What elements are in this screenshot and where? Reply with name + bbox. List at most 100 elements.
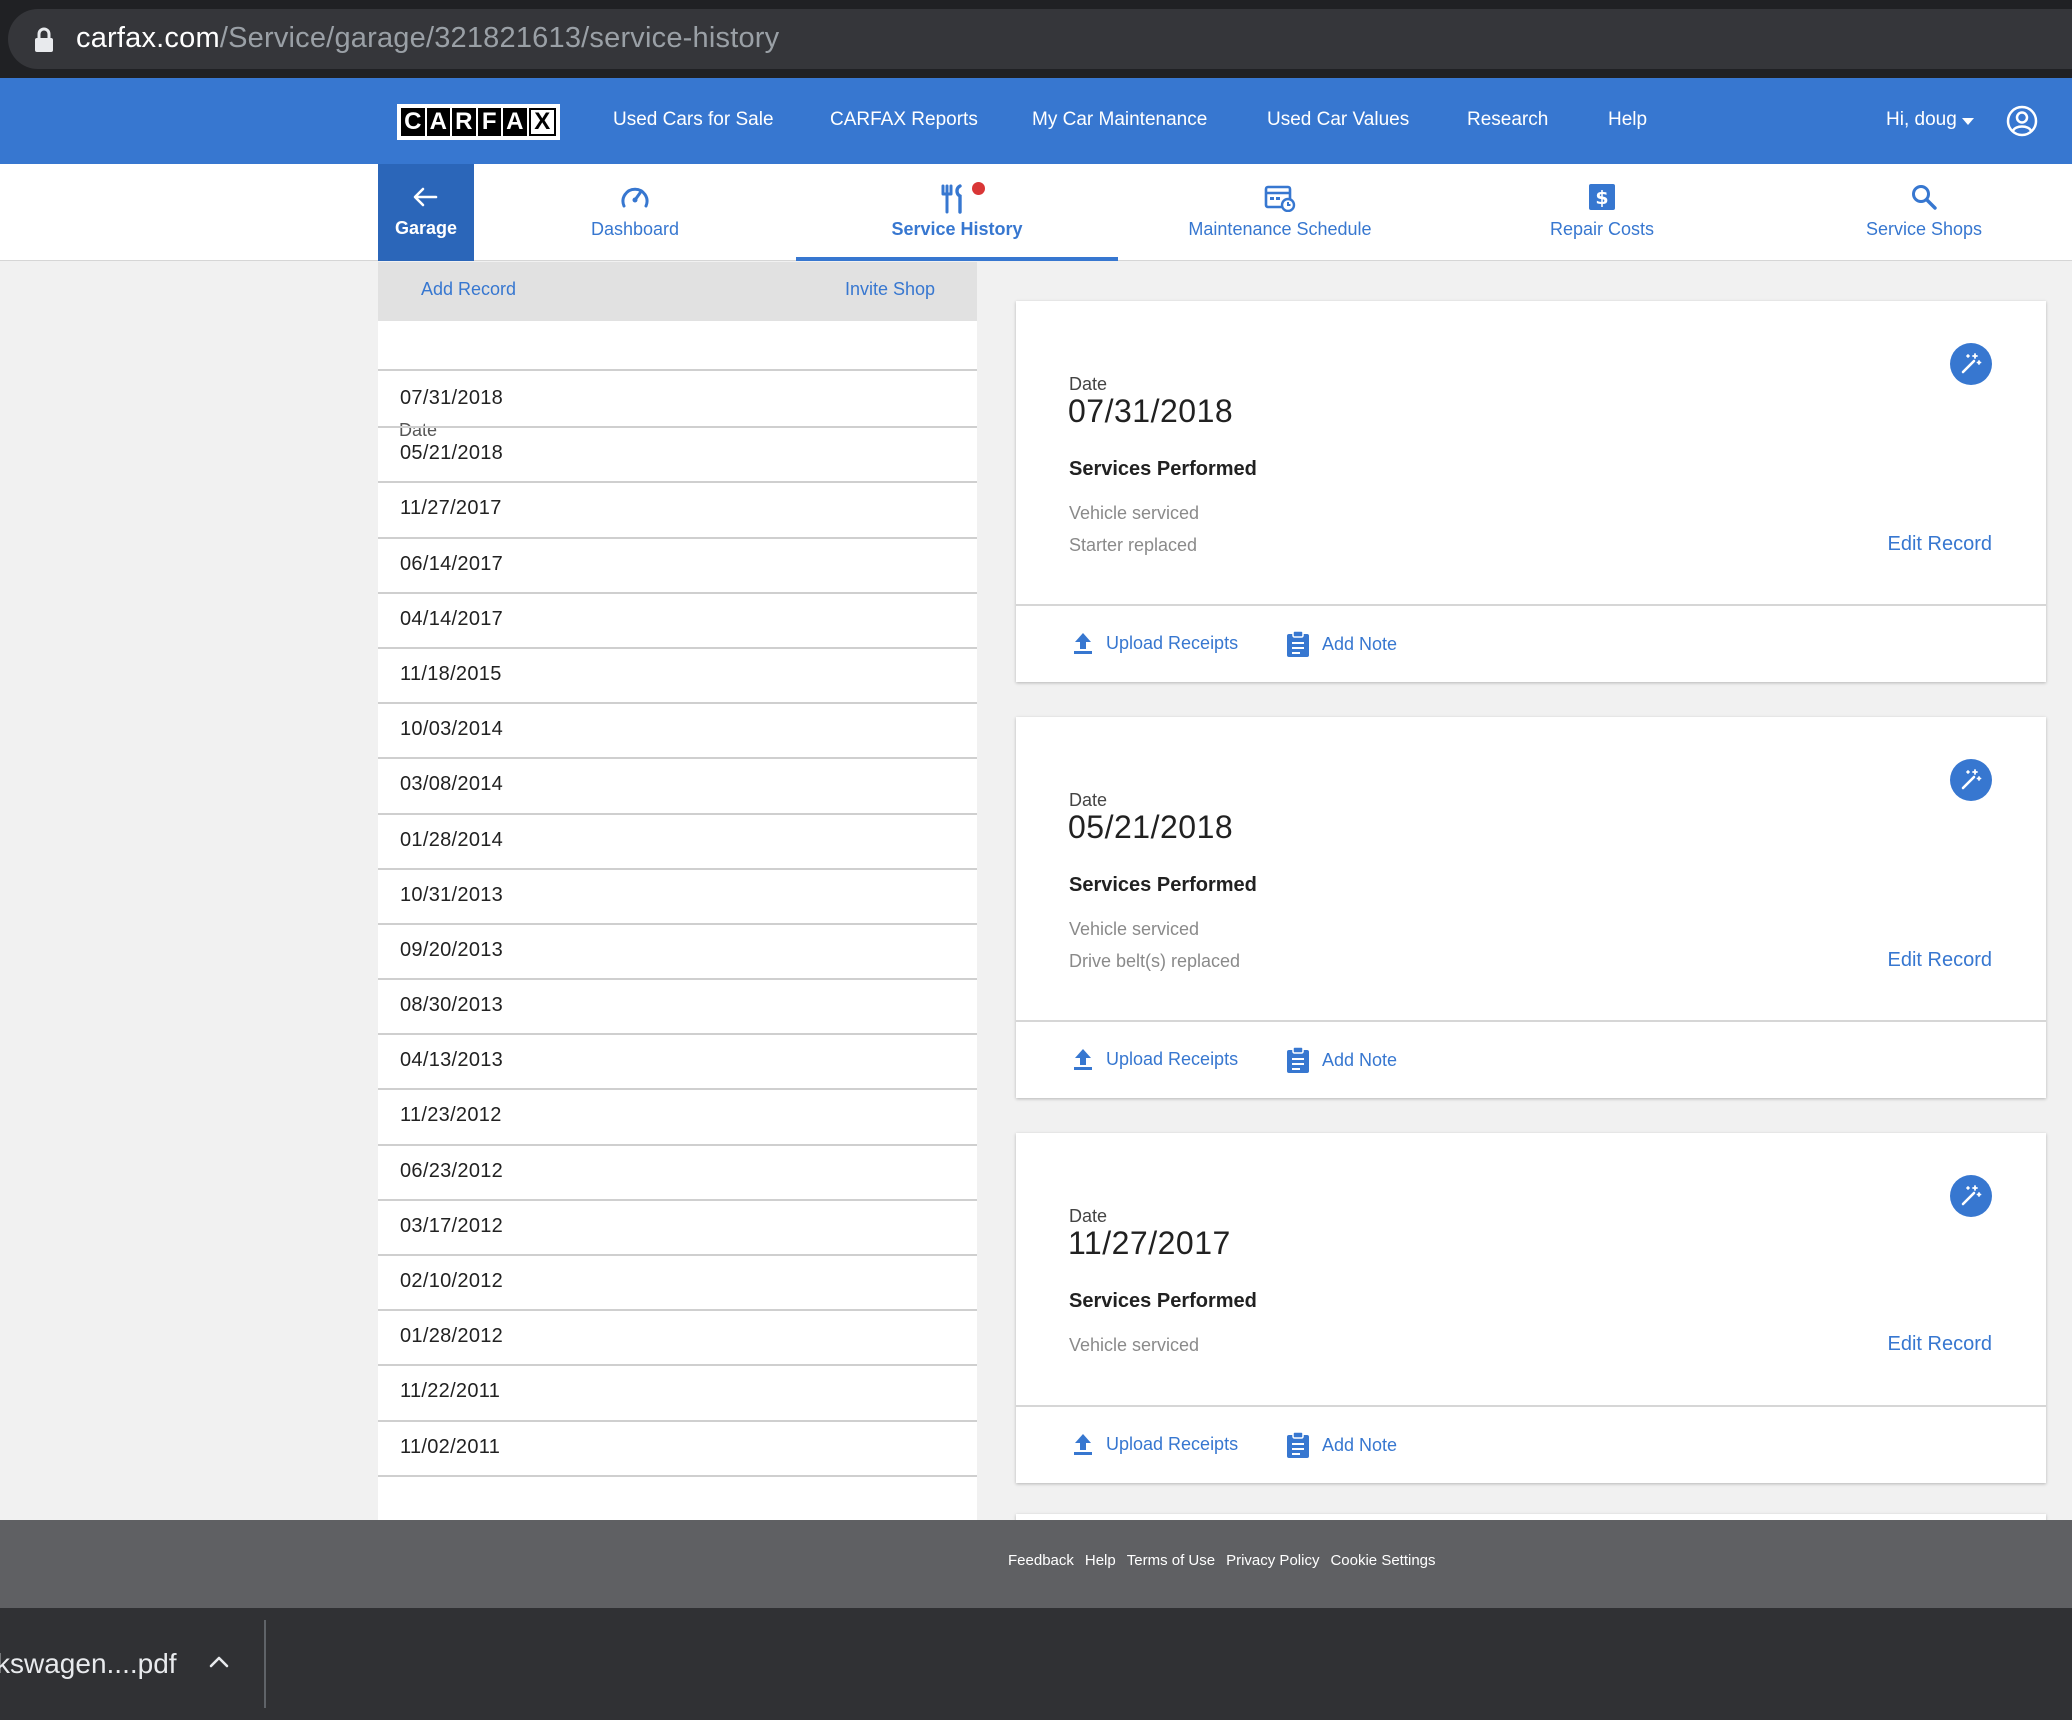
tab-maintenance-schedule[interactable]: Maintenance Schedule <box>1160 164 1400 261</box>
record-actions: Upload Receipts Add Note <box>1016 606 2046 682</box>
record-actions: Upload Receipts Add Note <box>1016 1022 2046 1098</box>
nav-carfax-reports[interactable]: CARFAX Reports <box>830 108 978 132</box>
logo-letter: C <box>401 108 425 136</box>
tab-label: Service Shops <box>1865 219 1983 239</box>
magic-wand-icon <box>1961 1185 1982 1206</box>
upload-icon <box>1074 1049 1092 1070</box>
footer-terms-link[interactable]: Terms of Use <box>1127 1552 1215 1569</box>
date-list-item[interactable]: 01/28/2014 <box>378 815 977 870</box>
record-details: Date 05/21/2018 Services Performed Vehic… <box>1016 717 2046 1022</box>
edit-record-button[interactable]: Edit Record <box>1888 533 1993 556</box>
date-list-item[interactable]: 10/03/2014 <box>378 704 977 760</box>
add-note-button[interactable]: Add Note <box>1286 630 1397 658</box>
date-list-item[interactable]: 10/31/2013 <box>378 870 977 925</box>
sub-navigation: Garage Dashboard Service History Mainten… <box>0 164 2072 261</box>
nav-used-cars-for-sale[interactable]: Used Cars for Sale <box>613 108 774 132</box>
date-list-item[interactable]: 11/18/2015 <box>378 649 977 705</box>
dollar-icon: $ <box>1589 184 1615 210</box>
nav-research[interactable]: Research <box>1467 108 1548 132</box>
date-list-item[interactable]: 03/08/2014 <box>378 759 977 815</box>
date-list-item[interactable]: 08/30/2013 <box>378 980 977 1036</box>
logo-letter: A <box>426 108 450 136</box>
url-text[interactable]: carfax.com/Service/garage/321821613/serv… <box>76 20 779 56</box>
date-list-item[interactable]: 01/28/2012 <box>378 1311 977 1367</box>
nav-help[interactable]: Help <box>1608 108 1647 132</box>
list-item-date: 07/31/2018 <box>400 387 504 409</box>
tab-label: Service History <box>891 219 1023 239</box>
list-item-date: 04/13/2013 <box>400 1049 504 1072</box>
date-list-item[interactable]: 06/14/2017 <box>378 539 977 594</box>
date-list-item[interactable]: 06/23/2012 <box>378 1146 977 1201</box>
list-item-date: 06/23/2012 <box>400 1159 504 1182</box>
list-item-date: 01/28/2012 <box>400 1325 504 1348</box>
add-note-label: Add Note <box>1322 1049 1398 1070</box>
user-avatar-icon[interactable] <box>2006 105 2038 137</box>
clipboard-icon <box>1287 630 1309 657</box>
date-list-item[interactable]: 07/31/2018 <box>378 373 977 429</box>
date-list-item[interactable]: 11/23/2012 <box>378 1090 977 1146</box>
service-item: Starter replaced <box>1069 535 1198 555</box>
garage-label: Garage <box>394 218 458 238</box>
upload-receipts-button[interactable]: Upload Receipts <box>1072 631 1238 655</box>
magic-wand-button[interactable] <box>1950 759 1992 801</box>
logo-letter: R <box>452 108 476 136</box>
download-filename[interactable]: kswagen....pdf <box>0 1648 177 1680</box>
tab-dashboard[interactable]: Dashboard <box>540 164 730 261</box>
chevron-up-icon[interactable] <box>208 1654 230 1668</box>
record-date: 07/31/2018 <box>1068 393 1234 429</box>
user-menu-greeting[interactable]: Hi, doug <box>1886 108 1957 132</box>
date-list-item[interactable] <box>378 1477 977 1520</box>
date-list-item[interactable]: 09/20/2013 <box>378 925 977 981</box>
add-note-button[interactable]: Add Note <box>1286 1046 1397 1074</box>
logo-letter: F <box>477 108 501 136</box>
list-item-date: 06/14/2017 <box>400 552 504 575</box>
upload-receipts-button[interactable]: Upload Receipts <box>1072 1047 1238 1071</box>
invite-shop-button[interactable]: Invite Shop <box>845 279 935 300</box>
footer-help-link[interactable]: Help <box>1085 1552 1116 1569</box>
tab-repair-costs[interactable]: $ Repair Costs <box>1520 164 1684 261</box>
list-item-date: 08/30/2013 <box>400 994 504 1017</box>
footer-feedback-link[interactable]: Feedback <box>1008 1552 1074 1569</box>
magic-wand-icon <box>1961 353 1982 374</box>
garage-back-button[interactable]: Garage <box>378 164 474 261</box>
service-item: Vehicle serviced <box>1069 1335 1200 1355</box>
services-performed-title: Services Performed <box>1069 458 1257 480</box>
edit-record-button[interactable]: Edit Record <box>1888 949 1993 972</box>
magic-wand-button[interactable] <box>1950 1175 1992 1217</box>
service-item: Vehicle serviced <box>1069 503 1200 523</box>
browser-address-bar: carfax.com/Service/garage/321821613/serv… <box>0 0 2072 78</box>
service-item: Vehicle serviced <box>1069 919 1200 939</box>
carfax-logo[interactable]: C A R F A X <box>397 104 560 140</box>
record-details: Date 07/31/2018 Services Performed Vehic… <box>1016 301 2046 606</box>
tab-service-history[interactable]: Service History <box>796 164 1118 261</box>
footer-privacy-link[interactable]: Privacy Policy <box>1226 1552 1319 1569</box>
speedometer-icon <box>621 187 649 208</box>
date-list-item[interactable]: 11/22/2011 <box>378 1366 977 1422</box>
add-note-button[interactable]: Add Note <box>1286 1431 1397 1459</box>
tab-service-shops[interactable]: Service Shops <box>1846 164 2002 261</box>
date-list-item[interactable]: 04/14/2017 <box>378 594 977 649</box>
list-item-date: 10/31/2013 <box>400 883 504 906</box>
nav-used-car-values[interactable]: Used Car Values <box>1267 108 1409 132</box>
upload-icon <box>1074 633 1092 654</box>
services-performed-title: Services Performed <box>1069 1290 1257 1312</box>
date-list-item[interactable]: 05/21/2018 <box>378 428 977 484</box>
record-actions: Upload Receipts Add Note <box>1016 1407 2046 1483</box>
tab-label: Dashboard <box>590 219 680 239</box>
date-list-item[interactable]: 04/13/2013 <box>378 1035 977 1091</box>
date-list-item[interactable]: 11/02/2011 <box>378 1422 977 1477</box>
list-item-date: 10/03/2014 <box>400 718 504 741</box>
upload-receipts-button[interactable]: Upload Receipts <box>1072 1432 1238 1456</box>
logo-letter: A <box>503 108 527 136</box>
caret-down-icon[interactable] <box>1962 118 1974 125</box>
date-list-item[interactable]: 02/10/2012 <box>378 1256 977 1312</box>
edit-record-button[interactable]: Edit Record <box>1888 1333 1993 1356</box>
tab-label: Maintenance Schedule <box>1188 219 1372 239</box>
magic-wand-button[interactable] <box>1950 343 1992 385</box>
list-item-date: 02/10/2012 <box>400 1270 504 1292</box>
add-record-button[interactable]: Add Record <box>421 279 516 300</box>
date-list-item[interactable]: 11/27/2017 <box>378 483 977 539</box>
nav-my-car-maintenance[interactable]: My Car Maintenance <box>1032 108 1207 132</box>
date-list-item[interactable]: 03/17/2012 <box>378 1201 977 1256</box>
footer-cookie-settings-link[interactable]: Cookie Settings <box>1330 1552 1435 1569</box>
